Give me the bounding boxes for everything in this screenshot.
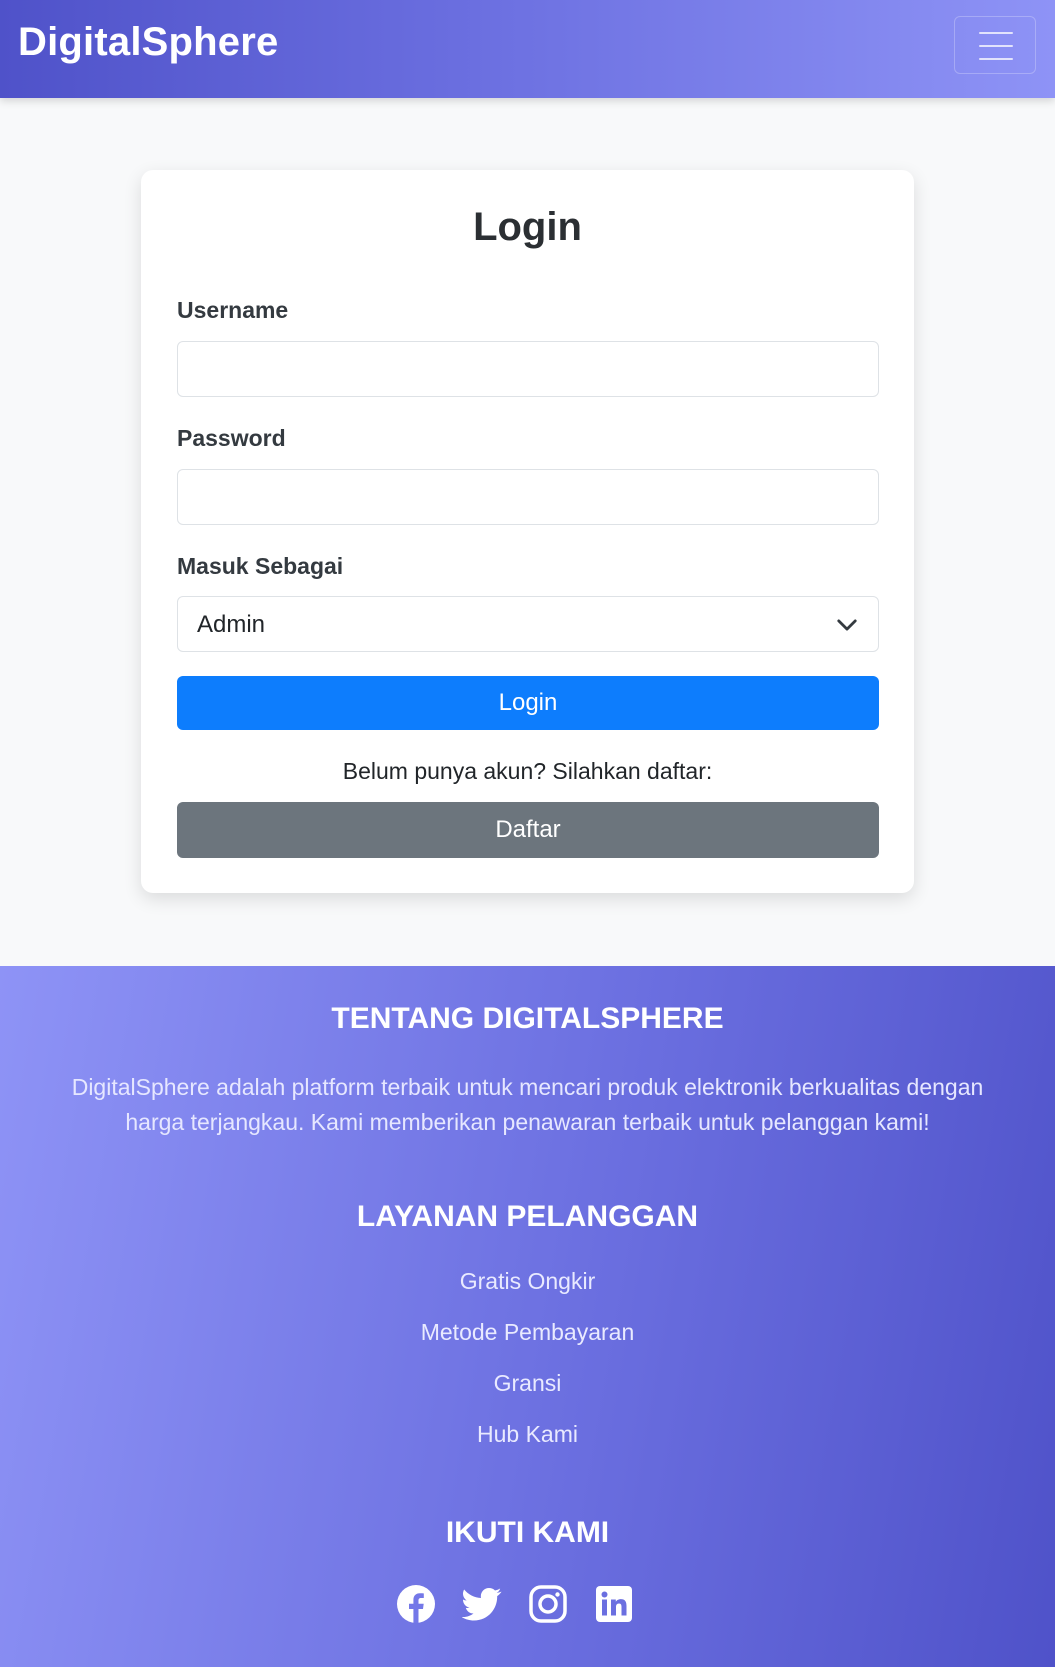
navbar: DigitalSphere: [0, 0, 1055, 98]
role-select-value: Admin: [197, 611, 266, 638]
brand-logo[interactable]: DigitalSphere: [18, 20, 278, 65]
instagram-icon[interactable]: [528, 1584, 568, 1624]
register-button[interactable]: Daftar: [177, 802, 879, 858]
footer-link-hub-kami[interactable]: Hub Kami: [0, 1421, 1055, 1448]
footer: TENTANG DIGITALSPHERE DigitalSphere adal…: [0, 966, 1055, 1667]
login-card: Login Username Password Masuk Sebagai Ad…: [141, 170, 914, 893]
login-title: Login: [473, 205, 582, 249]
service-heading: LAYANAN PELANGGAN: [356, 1200, 699, 1233]
footer-link-gransi[interactable]: Gransi: [0, 1370, 1055, 1397]
username-input[interactable]: [177, 341, 879, 397]
role-label: Masuk Sebagai: [177, 553, 344, 579]
page: DigitalSphere Login Username Password Ma…: [0, 0, 1058, 1667]
chevron-down-icon: [837, 619, 857, 631]
navbar-toggle-button[interactable]: [954, 16, 1036, 74]
username-label: Username: [177, 297, 289, 323]
twitter-icon[interactable]: [462, 1584, 502, 1624]
hamburger-menu-icon: [979, 32, 1013, 34]
register-prompt: Belum punya akun? Silahkan daftar:: [342, 758, 713, 784]
linkedin-icon[interactable]: [594, 1584, 634, 1624]
footer-link-metode-pembayaran[interactable]: Metode Pembayaran: [0, 1319, 1055, 1346]
role-select[interactable]: Admin: [177, 596, 879, 652]
about-heading: TENTANG DIGITALSPHERE: [331, 1002, 724, 1035]
facebook-icon[interactable]: [396, 1584, 436, 1624]
hamburger-menu-icon-bar: [979, 58, 1013, 60]
about-description: DigitalSphere adalah platform terbaik un…: [71, 1074, 984, 1135]
footer-link-gratis-ongkir[interactable]: Gratis Ongkir: [0, 1268, 1055, 1295]
hamburger-menu-icon-bar: [979, 45, 1013, 47]
login-button[interactable]: Login: [177, 676, 879, 730]
password-input[interactable]: [177, 469, 879, 525]
password-label: Password: [177, 425, 286, 451]
main-content: DigitalSphere Login Username Password Ma…: [0, 0, 1055, 1667]
follow-heading: IKUTI KAMI: [445, 1516, 610, 1549]
